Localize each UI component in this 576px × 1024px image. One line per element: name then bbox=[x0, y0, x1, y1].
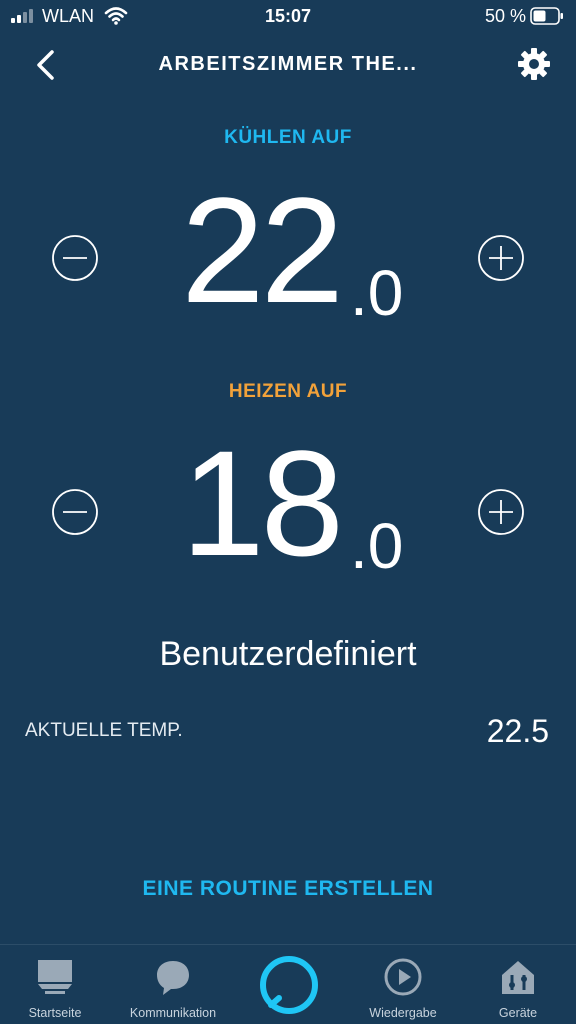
cool-increase-button[interactable] bbox=[477, 234, 525, 282]
battery-icon bbox=[530, 7, 563, 25]
tab-devices-label: Geräte bbox=[498, 1006, 538, 1020]
page-title: ARBEITSZIMMER THE... bbox=[158, 53, 418, 75]
current-temp-value: 22.5 bbox=[486, 713, 549, 749]
battery-percent: 50 % bbox=[484, 6, 526, 26]
tab-communication-label: Kommunikation bbox=[129, 1006, 217, 1020]
tab-play-label: Wiedergabe bbox=[369, 1006, 437, 1020]
heat-decrease-button[interactable] bbox=[51, 488, 99, 536]
home-icon bbox=[38, 960, 72, 994]
cool-setpoint-label: KÜHLEN AUF bbox=[224, 127, 352, 148]
current-temp-label: AKTUELLE TEMP. bbox=[25, 720, 183, 741]
cool-decrease-button[interactable] bbox=[51, 234, 99, 282]
thermostat-mode[interactable]: Benutzerdefiniert bbox=[0, 635, 576, 674]
heat-value-integer: 18 bbox=[181, 419, 344, 587]
create-routine-link[interactable]: EINE ROUTINE ERSTELLEN bbox=[0, 877, 576, 901]
heat-increase-button[interactable] bbox=[477, 488, 525, 536]
back-button[interactable] bbox=[30, 47, 60, 83]
alexa-icon[interactable] bbox=[259, 955, 319, 1015]
play-icon bbox=[384, 958, 422, 996]
tab-play[interactable]: Wiedergabe bbox=[353, 945, 453, 1024]
devices-icon bbox=[502, 961, 534, 994]
settings-gear-icon[interactable] bbox=[516, 46, 552, 82]
status-bar: WLAN 15:07 50 % bbox=[0, 0, 576, 34]
cool-setpoint-value: 22 .0 bbox=[160, 175, 420, 325]
tab-communication[interactable]: Kommunikation bbox=[118, 945, 228, 1024]
cool-value-decimal: .0 bbox=[350, 257, 404, 329]
tab-devices[interactable]: Geräte bbox=[473, 945, 563, 1024]
tab-home[interactable]: Startseite bbox=[5, 945, 105, 1024]
heat-value-decimal: .0 bbox=[350, 510, 404, 582]
tab-home-label: Startseite bbox=[28, 1006, 82, 1020]
heat-setpoint-label: HEIZEN AUF bbox=[228, 381, 348, 402]
chat-icon bbox=[157, 961, 189, 995]
heat-setpoint-value: 18 .0 bbox=[160, 428, 420, 578]
cool-value-integer: 22 bbox=[181, 166, 344, 334]
